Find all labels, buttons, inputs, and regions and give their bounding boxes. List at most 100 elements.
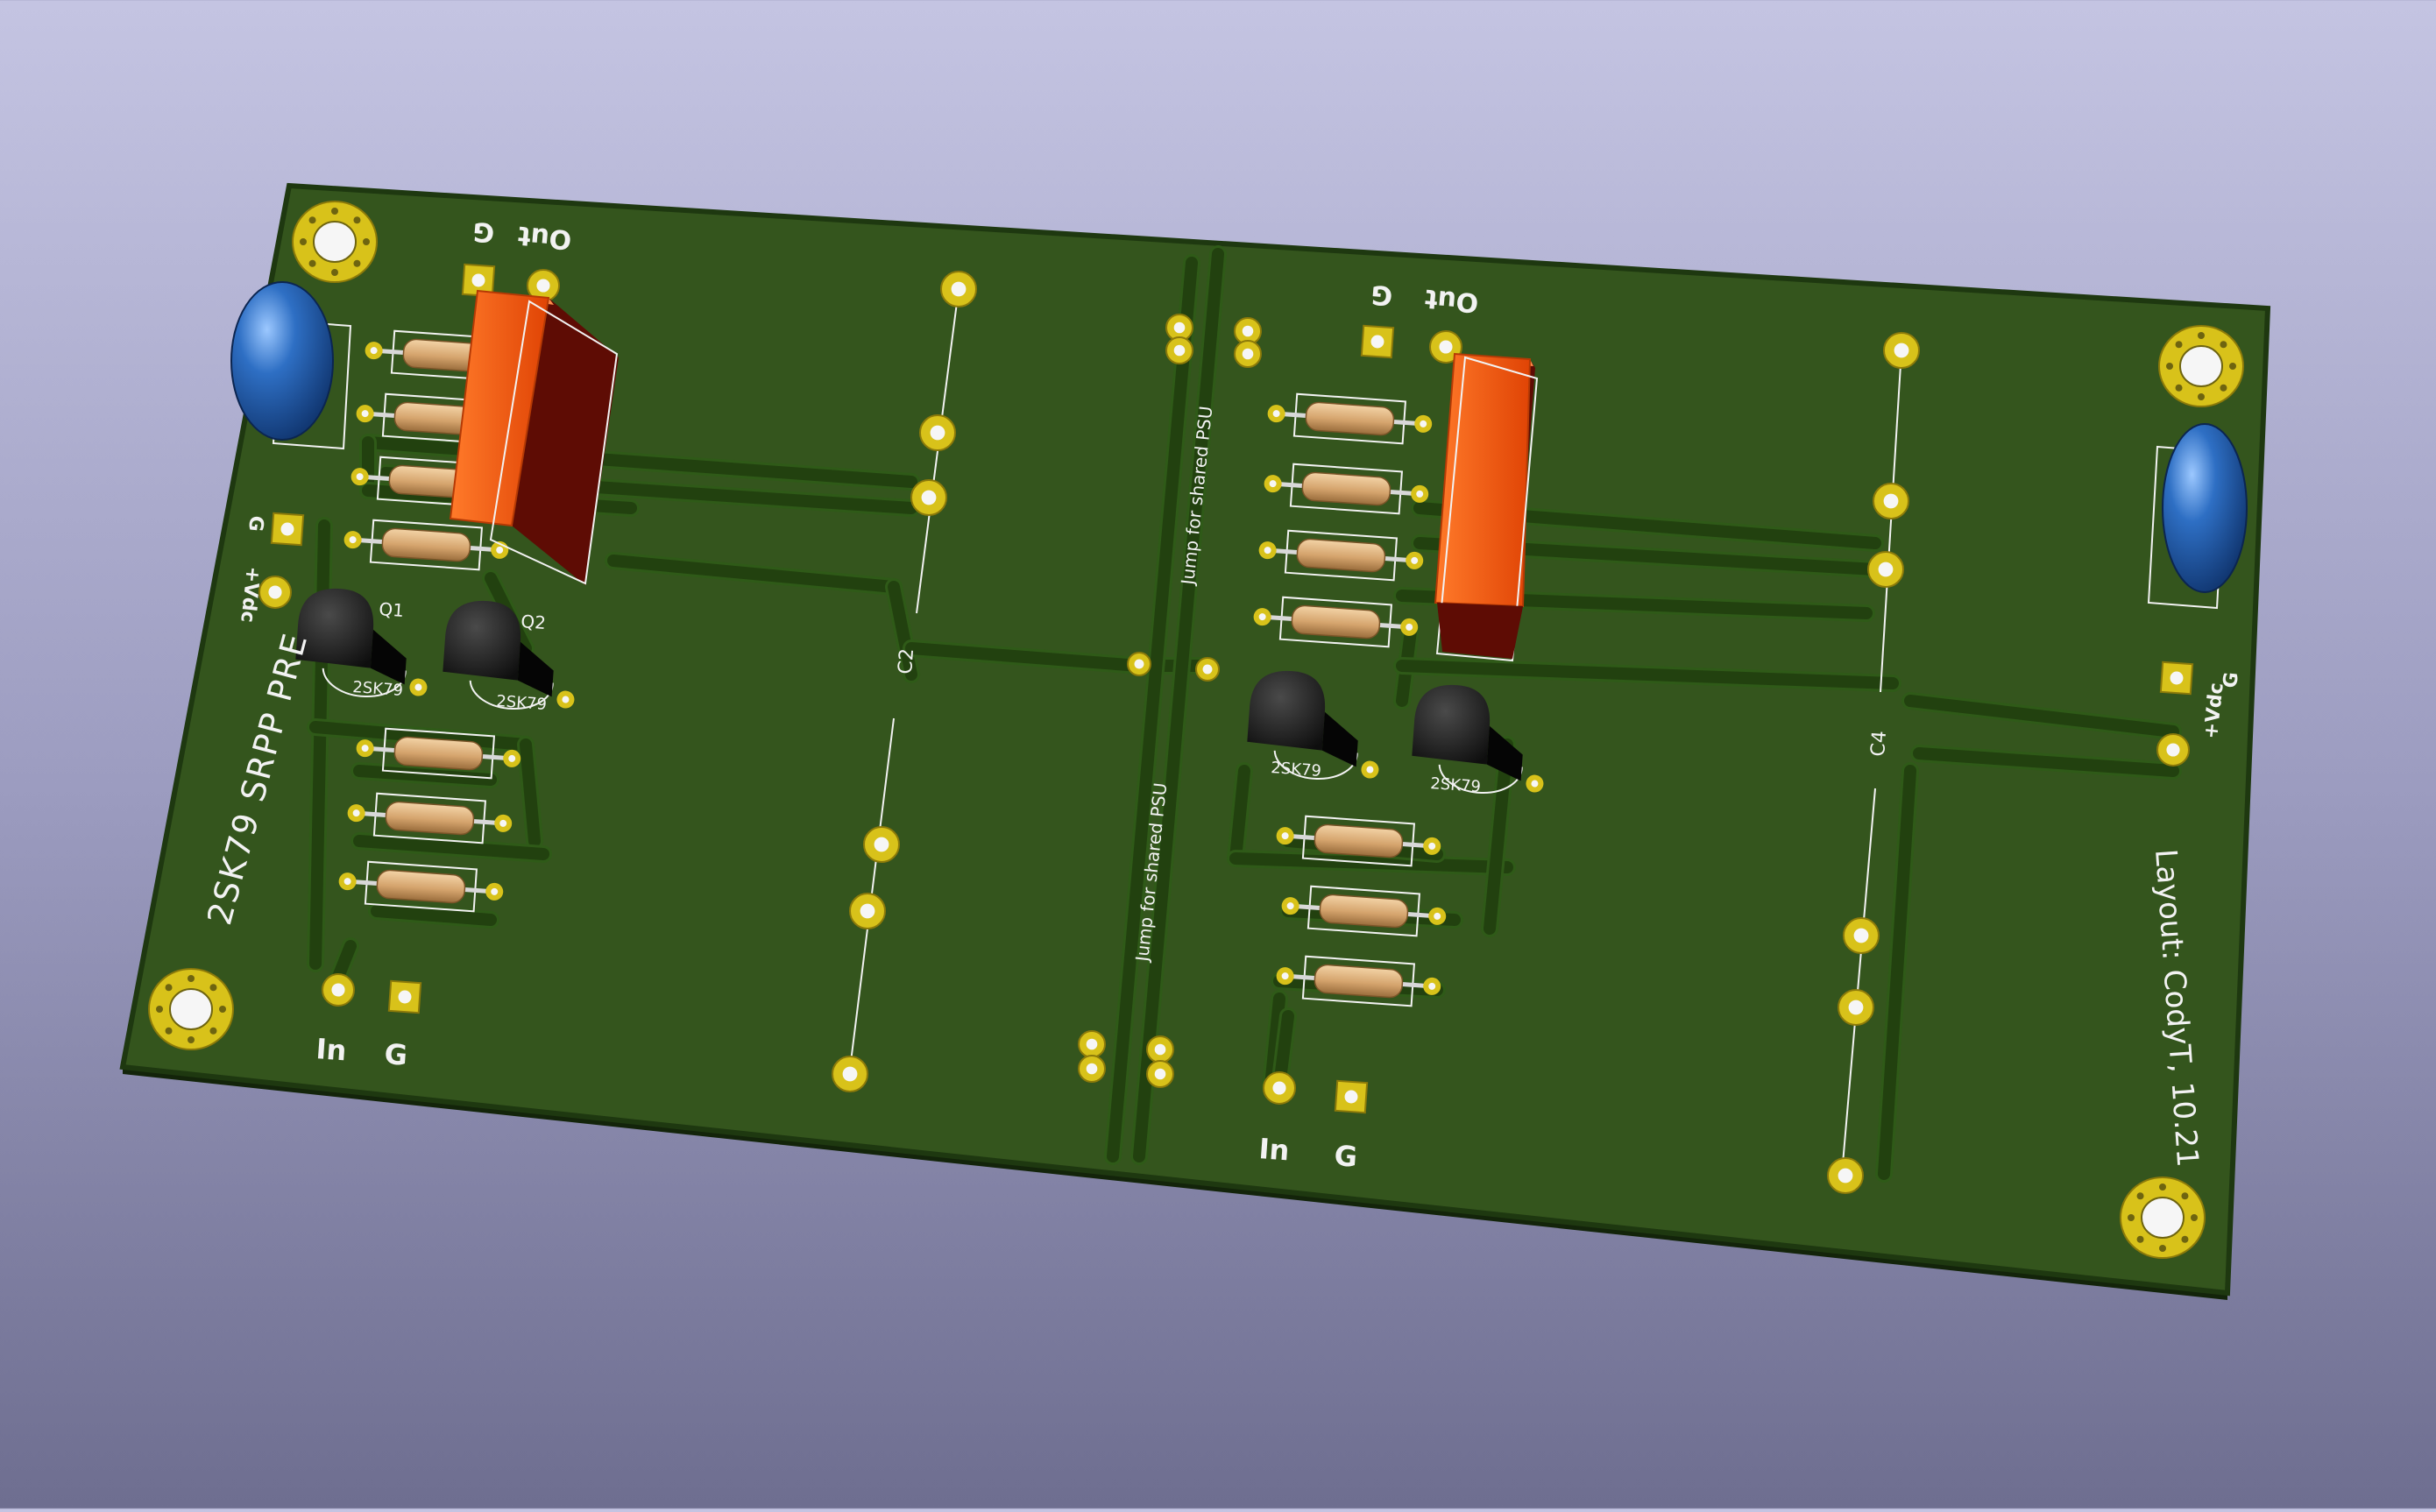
jumper-pad-7-hole	[1154, 1068, 1166, 1080]
cap-pad-0-hole	[951, 281, 967, 297]
cap-pad-5-hole	[842, 1066, 858, 1082]
ch2-out-gnd-pad-hole	[1370, 335, 1384, 349]
jumper-pad-6-hole	[1154, 1043, 1166, 1056]
cap-pad-4-hole	[860, 903, 875, 919]
mount-hole-bottom-left-via-1	[209, 1027, 217, 1035]
mount-hole-top-left-via-5	[308, 216, 316, 224]
jumper-pad-1-hole	[1173, 344, 1186, 357]
mount-hole-top-right-via-2	[2198, 393, 2205, 400]
mount-hole-bottom-left-via-3	[165, 1027, 173, 1035]
ch1-pwr-gnd-pad-hole	[280, 522, 294, 536]
trace-11	[353, 765, 497, 786]
q1-part-value: 2SK79	[352, 678, 404, 700]
jumper-pad-5-hole	[1086, 1063, 1098, 1075]
jumper-pad-4-hole	[1086, 1038, 1098, 1050]
mount-hole-bottom-left-via-2	[188, 1036, 195, 1043]
ch1-gnd-out-label: G	[471, 215, 496, 248]
mount-hole-top-left-hole	[313, 221, 357, 263]
cap-pad-11-hole	[1838, 1168, 1853, 1183]
ch1-vdc-pad-hole	[268, 585, 282, 599]
resistor-6-body	[385, 801, 475, 836]
mount-hole-bottom-right-via-6	[2159, 1183, 2166, 1191]
pcb-render-svg: 2SK79 SRPP PRE Layout: CodyT, 10.21 Jump…	[119, 182, 2271, 1300]
mount-hole-top-right-via-4	[2166, 363, 2173, 370]
trace-10	[520, 738, 541, 847]
ch2-vdc-pad-hole	[2166, 743, 2180, 757]
mount-hole-bottom-left-via-0	[219, 1006, 226, 1013]
q2-refdes: Q2	[520, 611, 547, 633]
cap-pad-10-hole	[1848, 1000, 1864, 1015]
mount-hole-bottom-right-hole	[2141, 1197, 2185, 1239]
c4-refdes: C4	[1867, 730, 1891, 757]
mount-hole-bottom-left-hole	[169, 988, 213, 1030]
trace-22	[1229, 765, 1250, 865]
ch2-out-label: Out	[1424, 283, 1480, 318]
jumper-pad-0-hole	[1173, 321, 1186, 334]
ch2-gnd-out-label: G	[1370, 279, 1394, 311]
mount-hole-top-right-via-6	[2198, 332, 2205, 339]
mount-hole-top-left-via-3	[308, 259, 316, 267]
ch2-gnd-pwr-label: G	[2220, 671, 2243, 689]
resistor-5-body	[393, 736, 484, 771]
cap-pad-1-hole	[930, 425, 945, 441]
ch1-in-gnd-pad-hole	[398, 990, 412, 1004]
ch2-out-pad-hole	[1439, 340, 1453, 354]
q2-part-value: 2SK79	[496, 692, 548, 714]
film-capacitor-ch2-base	[1437, 603, 1523, 659]
mount-hole-top-right-hole	[2179, 345, 2223, 387]
mount-hole-top-right-via-0	[2229, 363, 2236, 370]
ch2-q-part-value-b: 2SK79	[1430, 774, 1482, 796]
mount-hole-top-left-via-2	[331, 269, 338, 276]
mount-hole-bottom-right-via-4	[2128, 1214, 2135, 1221]
resistor-13-body	[1319, 894, 1409, 929]
trace-13	[371, 905, 497, 926]
ch1-in-label: In	[315, 1032, 347, 1067]
resistor-7-body	[376, 869, 466, 904]
ch1-out-pad-hole	[536, 279, 550, 293]
electrolytic-cap-ch1-body	[230, 281, 334, 441]
mount-hole-bottom-right-via-2	[2159, 1245, 2166, 1252]
resistor-12-body	[1314, 823, 1404, 858]
electrolytic-cap-ch2-body	[2162, 423, 2248, 593]
mount-hole-bottom-right-via-0	[2191, 1214, 2198, 1221]
cap-pad-2-hole	[921, 490, 937, 505]
ch1-out-label: Out	[517, 220, 573, 255]
ch1-gnd-pwr-label: G	[244, 514, 267, 533]
q1-refdes: Q1	[379, 598, 405, 621]
cap-pad-7-hole	[1883, 493, 1899, 509]
mount-hole-top-left-via-6	[331, 208, 338, 215]
link-pad-1-hole	[1202, 664, 1213, 675]
mount-hole-top-left-via-7	[353, 216, 361, 224]
mount-hole-bottom-right-via-3	[2136, 1235, 2144, 1243]
mount-hole-top-right-via-7	[2220, 341, 2227, 349]
mount-hole-top-right-via-1	[2220, 384, 2227, 392]
mount-hole-bottom-left-via-6	[188, 975, 195, 982]
3d-viewer-viewport[interactable]: 2SK79 SRPP PRE Layout: CodyT, 10.21 Jump…	[0, 0, 2436, 1508]
mount-hole-bottom-left-via-7	[209, 984, 217, 992]
jumper-pad-2-hole	[1242, 325, 1254, 337]
c2-refdes: C2	[895, 647, 918, 675]
pcb-3d-scene: 2SK79 SRPP PRE Layout: CodyT, 10.21 Jump…	[0, 0, 2436, 1512]
ch2-in-gnd-pad-hole	[1344, 1090, 1358, 1104]
mount-hole-top-left-via-4	[300, 238, 307, 245]
mount-hole-bottom-right-via-7	[2181, 1192, 2189, 1200]
resistor-9-body	[1301, 471, 1391, 506]
ch1-in-pad-hole	[331, 983, 345, 997]
resistor-8-body	[1305, 401, 1395, 436]
resistor-4-body	[381, 527, 471, 562]
cap-pad-8-hole	[1878, 562, 1894, 577]
mount-hole-bottom-right-via-1	[2181, 1235, 2189, 1243]
ch2-pwr-gnd-pad-hole	[2170, 671, 2184, 685]
ch2-in-label: In	[1257, 1132, 1290, 1167]
resistor-14-body	[1314, 964, 1404, 999]
mount-hole-bottom-left-via-5	[165, 984, 173, 992]
mount-hole-bottom-right-via-5	[2136, 1192, 2144, 1200]
ch2-gnd-in-label: G	[1333, 1139, 1358, 1174]
cap-pad-6-hole	[1894, 343, 1909, 358]
cap-pad-3-hole	[874, 837, 889, 852]
mount-hole-top-left-via-0	[363, 238, 370, 245]
resistor-10-body	[1296, 538, 1386, 573]
mount-hole-top-right-via-3	[2175, 384, 2183, 392]
mount-hole-top-left-via-1	[353, 259, 361, 267]
link-pad-0-hole	[1134, 659, 1144, 669]
